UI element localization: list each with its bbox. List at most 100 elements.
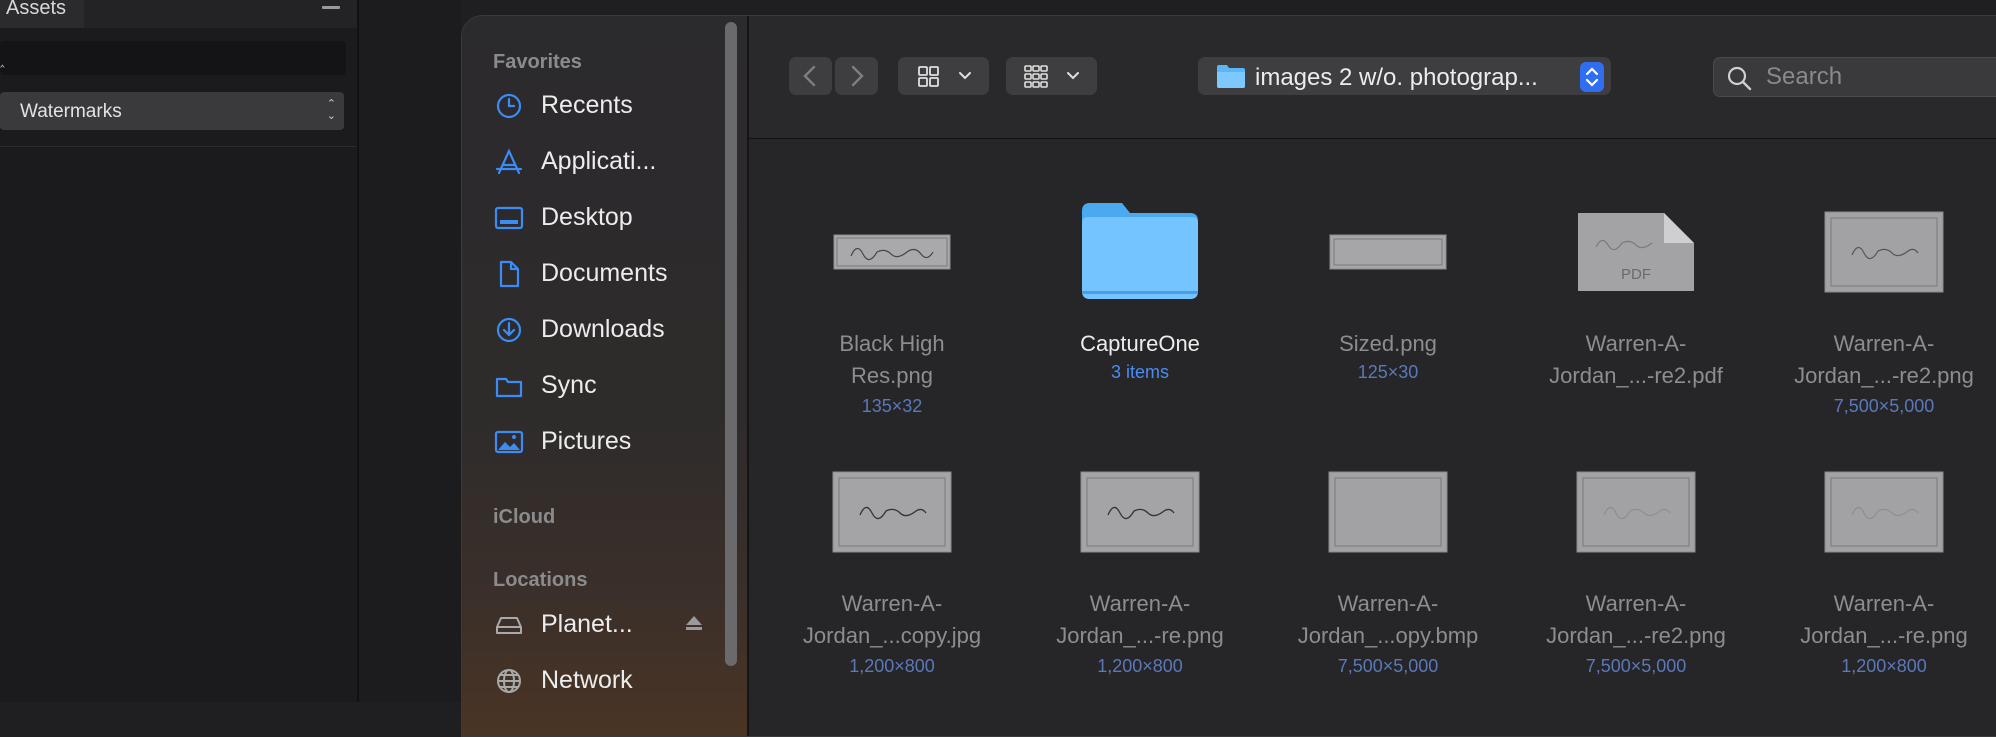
assets-panel: Assets ‸ Watermarks ⌃ ⌄ xyxy=(0,0,359,702)
sidebar-item-label: Recents xyxy=(541,91,633,119)
file-name: Warren-A- xyxy=(1585,331,1687,356)
sidebar-item-label: Downloads xyxy=(541,315,665,343)
divider xyxy=(0,146,357,147)
file-dimensions: 1,200×800 xyxy=(1097,656,1183,676)
sidebar-section-locations: Locations xyxy=(493,569,588,591)
folder-icon xyxy=(1025,201,1255,301)
sidebar-item-sync[interactable]: Sync xyxy=(494,366,724,406)
file-dimensions: 1,200×800 xyxy=(1841,656,1927,676)
search-field[interactable] xyxy=(1713,57,1996,97)
file-thumbnail xyxy=(1521,471,1751,553)
sidebar-item-desktop[interactable]: Desktop xyxy=(494,198,724,238)
desktop-icon xyxy=(494,206,524,230)
file-dimensions: 7,500×5,000 xyxy=(1585,656,1687,676)
path-popup[interactable]: images 2 w/o. photograp... xyxy=(1198,57,1611,95)
view-mode-button[interactable] xyxy=(898,57,989,95)
file-thumbnail xyxy=(1273,234,1503,270)
file-name: Warren-A- xyxy=(1585,591,1687,616)
file-name: Sized.png xyxy=(1339,331,1437,356)
sidebar-item-network[interactable]: Network xyxy=(494,661,724,701)
finder-sidebar: Favorites Recents Applicati... Desktop D… xyxy=(462,16,749,736)
applications-icon xyxy=(495,148,523,175)
sidebar-item-label: Pictures xyxy=(541,427,632,455)
sidebar-item-recents[interactable]: Recents xyxy=(494,86,724,126)
sidebar-scrollbar[interactable] xyxy=(725,22,737,666)
folder-icon xyxy=(495,377,523,398)
file-name: Warren-A- xyxy=(1089,591,1191,616)
assets-search-input[interactable]: ‸ xyxy=(0,41,346,75)
group-icon xyxy=(1024,65,1079,88)
file-name: Jordan_...-re2.png xyxy=(1794,363,1974,388)
back-button[interactable] xyxy=(789,57,832,95)
clock-icon xyxy=(496,93,522,119)
file-dimensions: 135×32 xyxy=(861,396,923,416)
assets-category-label: Watermarks xyxy=(20,101,122,122)
sidebar-item-documents[interactable]: Documents xyxy=(494,254,724,294)
file-name: Jordan_...-re2.pdf xyxy=(1549,363,1723,388)
file-name: Res.png xyxy=(851,363,933,388)
eject-icon[interactable] xyxy=(684,613,704,633)
file-name: Jordan_...opy.bmp xyxy=(1297,623,1479,648)
file-name: Warren-A- xyxy=(1833,591,1935,616)
file-name: Warren-A- xyxy=(1337,591,1439,616)
path-popup-label: images 2 w/o. photograp... xyxy=(1255,64,1538,91)
file-dimensions: 7,500×5,000 xyxy=(1833,396,1935,416)
sidebar-item-downloads[interactable]: Downloads xyxy=(494,310,724,350)
sidebar-item-label: Applicati... xyxy=(541,147,657,175)
finder-toolbar: images 2 w/o. photograp... xyxy=(749,16,1996,139)
folder-icon xyxy=(1217,65,1245,88)
sidebar-section-favorites: Favorites xyxy=(493,51,582,73)
sidebar-item-label: Desktop xyxy=(541,203,633,231)
file-dimensions: 1,200×800 xyxy=(849,656,935,676)
sidebar-item-applications[interactable]: Applicati... xyxy=(494,142,724,182)
file-name: Jordan_...-re2.png xyxy=(1546,623,1726,648)
document-icon xyxy=(499,260,520,288)
pdf-icon: PDF xyxy=(1521,211,1751,293)
icon-view-icon xyxy=(918,66,971,87)
file-name: Jordan_...-re.png xyxy=(1056,623,1224,648)
caret-icon: ‸ xyxy=(0,51,5,67)
file-thumbnail xyxy=(1769,211,1996,293)
pictures-icon xyxy=(494,430,524,454)
file-name: Warren-A- xyxy=(841,591,943,616)
pdf-badge: PDF xyxy=(1621,266,1651,283)
folder-name: CaptureOne xyxy=(1080,331,1200,356)
file-thumbnail xyxy=(1273,471,1503,553)
minimize-icon[interactable] xyxy=(322,6,340,9)
sidebar-item-label: Sync xyxy=(541,371,597,399)
file-thumbnail xyxy=(1769,471,1996,553)
sidebar-section-icloud: iCloud xyxy=(493,506,556,528)
chevron-left-icon xyxy=(803,65,816,87)
sidebar-item-pictures[interactable]: Pictures xyxy=(494,422,724,462)
sidebar-item-label: Network xyxy=(541,666,633,694)
chevron-right-icon xyxy=(851,65,864,87)
file-name: Jordan_...copy.jpg xyxy=(802,623,982,648)
forward-button[interactable] xyxy=(835,57,878,95)
download-icon xyxy=(496,317,522,343)
group-by-button[interactable] xyxy=(1006,57,1097,95)
file-dimensions: 7,500×5,000 xyxy=(1337,656,1439,676)
folder-item-count: 3 items xyxy=(1110,362,1170,382)
assets-tab[interactable]: Assets xyxy=(0,0,84,28)
assets-tab-label: Assets xyxy=(6,0,67,19)
file-thumbnail xyxy=(777,471,1007,553)
assets-category-select[interactable]: Watermarks ⌃ ⌄ xyxy=(0,92,344,130)
file-name: Jordan_...-re.png xyxy=(1800,623,1968,648)
file-dimensions: 125×30 xyxy=(1357,362,1419,382)
sidebar-item-planet-drive[interactable]: Planet... xyxy=(494,605,724,645)
search-input[interactable] xyxy=(1764,63,1996,91)
search-icon xyxy=(1727,66,1752,91)
file-thumbnail xyxy=(777,234,1007,270)
finder-main: images 2 w/o. photograp... Search Black … xyxy=(749,16,1996,736)
network-icon xyxy=(497,669,521,693)
file-thumbnail xyxy=(1025,471,1255,553)
sidebar-item-label: Documents xyxy=(541,259,668,287)
file-name: Black High xyxy=(839,331,945,356)
updown-chevron-icon: ⌃ ⌄ xyxy=(326,98,336,122)
file-dialog: Favorites Recents Applicati... Desktop D… xyxy=(461,15,1996,737)
drive-icon xyxy=(496,617,522,634)
background-panel xyxy=(359,0,461,702)
file-name: Warren-A- xyxy=(1833,331,1935,356)
sidebar-item-label: Planet... xyxy=(541,610,633,638)
updown-chevron-icon xyxy=(1580,62,1604,92)
